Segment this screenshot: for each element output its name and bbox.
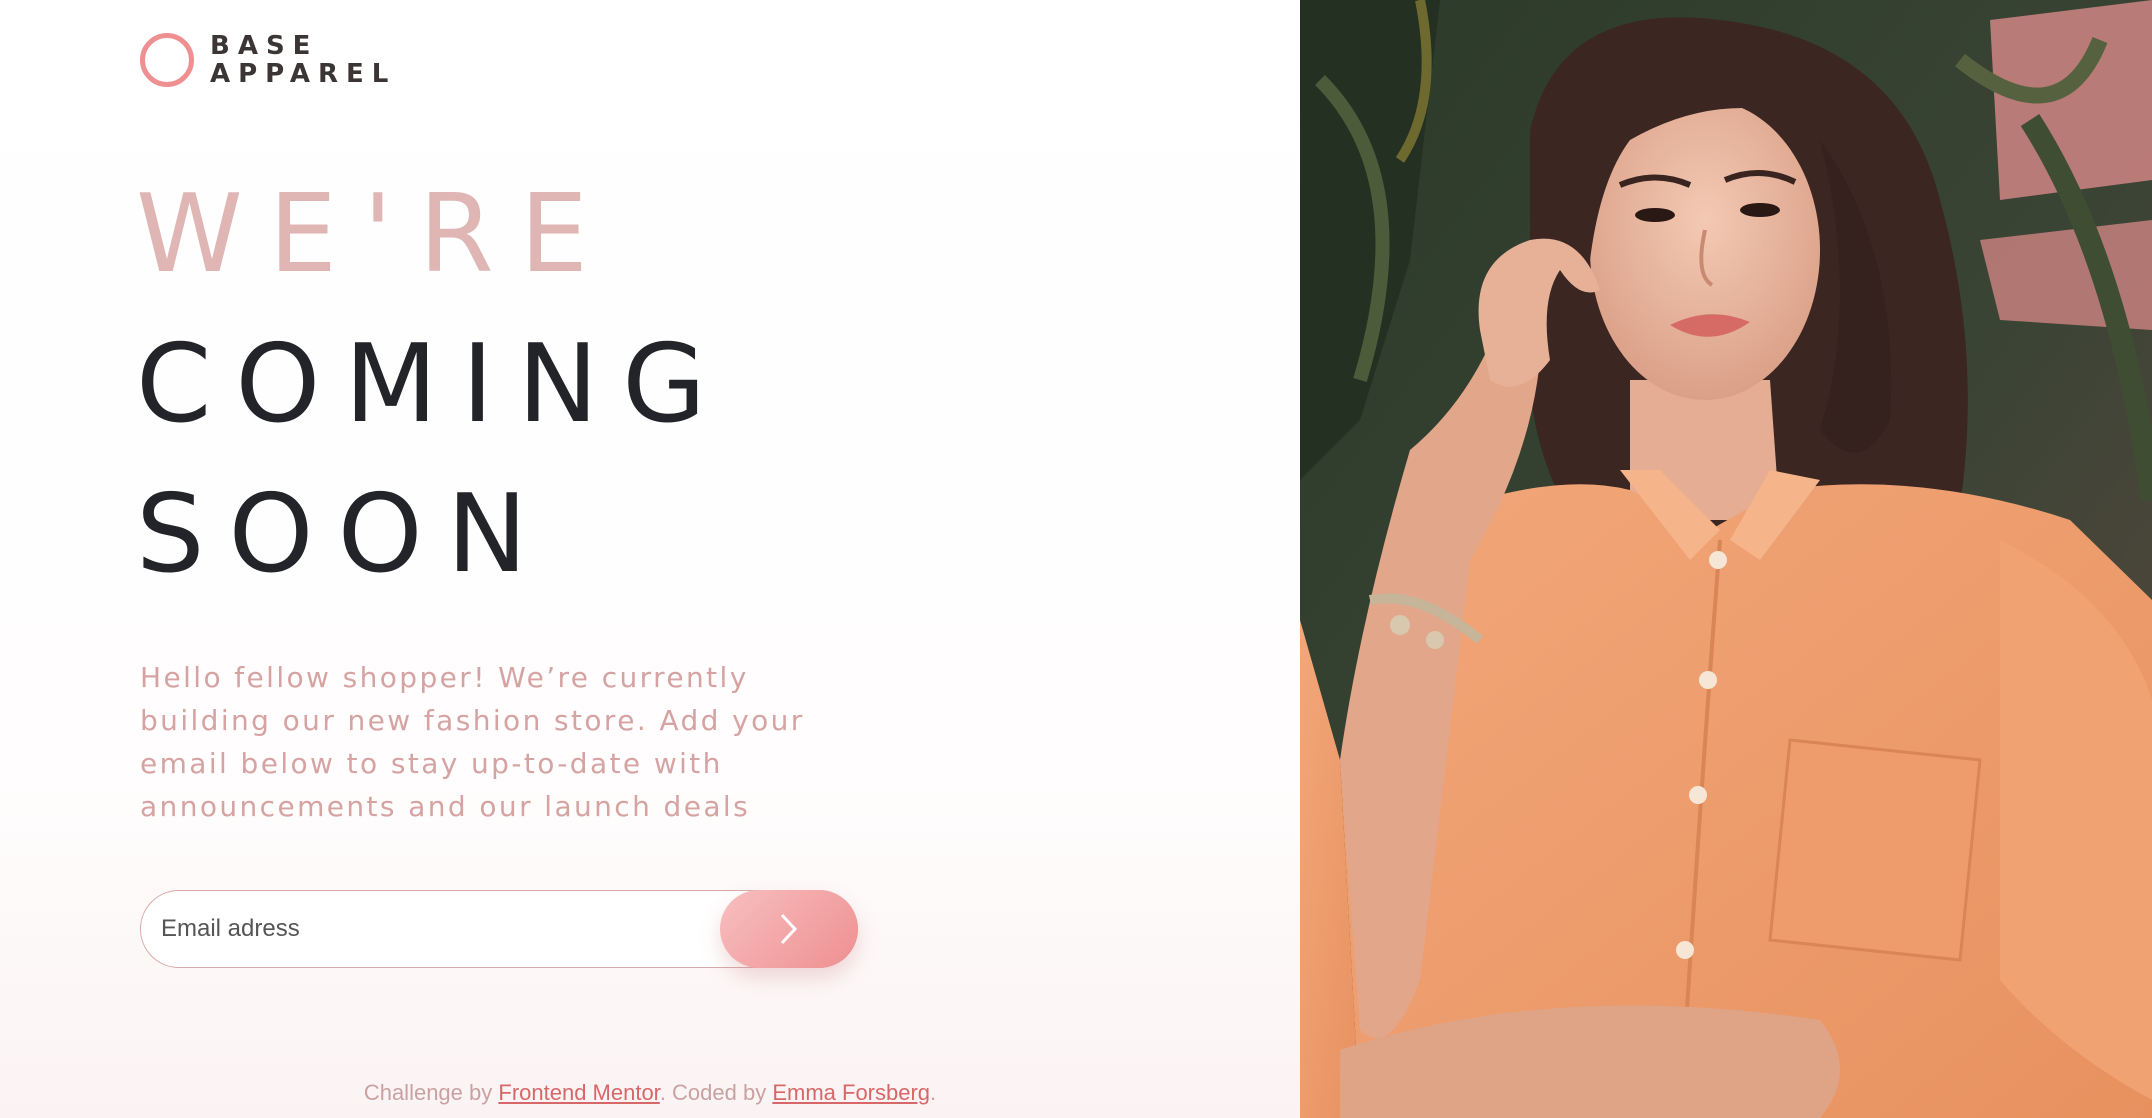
footer-suffix: .	[930, 1080, 937, 1105]
hero-image	[1300, 0, 2152, 1118]
content-panel: BASE APPAREL WE'RE COMING SOON Hello fel…	[0, 0, 1300, 1118]
logo-line-2: APPAREL	[210, 59, 397, 89]
chevron-right-icon	[780, 913, 798, 945]
model-photo	[1300, 0, 2152, 1118]
logo-line-1: BASE	[210, 31, 319, 61]
brand-logo[interactable]: BASE APPAREL	[140, 32, 396, 88]
footer-middle: . Coded by	[659, 1080, 773, 1105]
author-link[interactable]: Emma Forsberg	[772, 1080, 930, 1105]
frontend-mentor-link[interactable]: Frontend Mentor	[498, 1080, 659, 1105]
page-heading: WE'RE COMING SOON	[136, 160, 730, 610]
logo-ring-icon	[140, 33, 194, 87]
heading-line-coming: COMING	[136, 322, 730, 447]
logo-text: BASE APPAREL	[210, 32, 396, 88]
intro-paragraph: Hello fellow shopper! We’re currently bu…	[140, 661, 805, 823]
submit-button[interactable]	[720, 890, 858, 968]
page: BASE APPAREL WE'RE COMING SOON Hello fel…	[0, 0, 2152, 1118]
attribution-footer: Challenge by Frontend Mentor. Coded by E…	[0, 1080, 1300, 1106]
heading-line-soon: SOON	[136, 472, 552, 597]
email-signup-form	[140, 890, 858, 968]
footer-prefix: Challenge by	[363, 1080, 499, 1105]
heading-line-were: WE'RE	[136, 172, 614, 297]
